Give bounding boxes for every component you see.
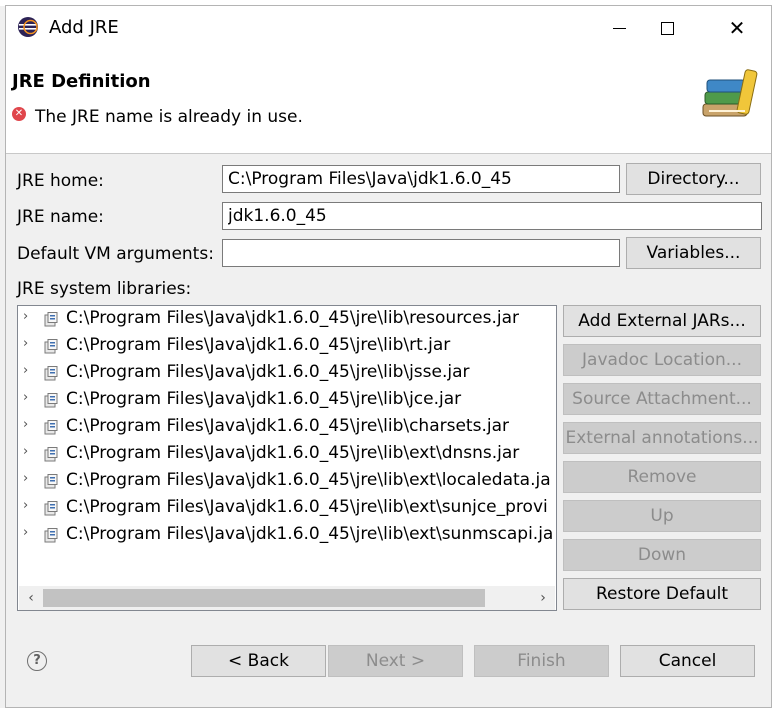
library-row[interactable]: › C:\Program Files\Java\jdk1.6.0_45\jre\… [18, 468, 556, 495]
source-attachment-button[interactable]: Source Attachment... [563, 383, 761, 415]
close-button[interactable]: ✕ [714, 6, 760, 50]
jar-icon [44, 447, 58, 462]
remove-button[interactable]: Remove [563, 461, 761, 493]
library-row[interactable]: › C:\Program Files\Java\jdk1.6.0_45\jre\… [18, 333, 556, 360]
library-path: C:\Program Files\Java\jdk1.6.0_45\jre\li… [66, 443, 520, 463]
jre-home-input[interactable] [222, 165, 620, 193]
expand-icon[interactable]: › [23, 363, 28, 378]
jar-icon [44, 528, 58, 543]
expand-icon[interactable]: › [23, 336, 28, 351]
eclipse-icon [18, 17, 38, 37]
minimize-icon [612, 27, 626, 29]
external-annotations-button[interactable]: External annotations... [563, 422, 761, 454]
next-button[interactable]: Next > [328, 645, 463, 677]
library-path: C:\Program Files\Java\jdk1.6.0_45\jre\li… [66, 416, 509, 436]
restore-default-button[interactable]: Restore Default [563, 578, 761, 610]
expand-icon[interactable]: › [23, 444, 28, 459]
horizontal-scrollbar[interactable]: ‹ › [19, 586, 555, 610]
cancel-button[interactable]: Cancel [620, 645, 755, 677]
jar-icon [44, 312, 58, 327]
javadoc-location-button[interactable]: Javadoc Location... [563, 344, 761, 376]
library-path: C:\Program Files\Java\jdk1.6.0_45\jre\li… [66, 362, 470, 382]
library-path: C:\Program Files\Java\jdk1.6.0_45\jre\li… [66, 470, 551, 490]
jar-icon [44, 366, 58, 381]
library-path: C:\Program Files\Java\jdk1.6.0_45\jre\li… [66, 308, 520, 328]
title-bar[interactable]: Add JRE ✕ [6, 6, 771, 50]
jar-icon [44, 393, 58, 408]
page-title: JRE Definition [12, 71, 151, 92]
add-external-jars-button[interactable]: Add External JARs... [563, 305, 761, 337]
jre-home-label: JRE home: [17, 171, 104, 191]
library-row[interactable]: › C:\Program Files\Java\jdk1.6.0_45\jre\… [18, 495, 556, 522]
system-libraries-tree[interactable]: › C:\Program Files\Java\jdk1.6.0_45\jre\… [17, 305, 557, 611]
window-title: Add JRE [49, 17, 119, 38]
error-message: The JRE name is already in use. [35, 107, 303, 127]
vm-arguments-input[interactable] [222, 239, 620, 267]
library-path: C:\Program Files\Java\jdk1.6.0_45\jre\li… [66, 497, 548, 517]
up-button[interactable]: Up [563, 500, 761, 532]
maximize-icon [660, 21, 674, 35]
library-row[interactable]: › C:\Program Files\Java\jdk1.6.0_45\jre\… [18, 441, 556, 468]
library-row[interactable]: › C:\Program Files\Java\jdk1.6.0_45\jre\… [18, 414, 556, 441]
scrollbar-thumb[interactable] [43, 589, 485, 607]
expand-icon[interactable]: › [23, 471, 28, 486]
dialog-header: JRE Definition ✕ The JRE name is already… [6, 50, 771, 154]
directory-button[interactable]: Directory... [626, 163, 761, 195]
system-libraries-label: JRE system libraries: [17, 279, 192, 299]
expand-icon[interactable]: › [23, 309, 28, 324]
maximize-button[interactable] [644, 6, 690, 50]
error-icon: ✕ [12, 107, 26, 121]
scroll-left-icon[interactable]: ‹ [19, 586, 43, 610]
books-icon [702, 69, 758, 117]
variables-button[interactable]: Variables... [626, 237, 761, 269]
minimize-button[interactable] [596, 6, 642, 50]
jar-icon [44, 474, 58, 489]
close-icon: ✕ [728, 16, 746, 40]
library-row[interactable]: › C:\Program Files\Java\jdk1.6.0_45\jre\… [18, 306, 556, 333]
scroll-right-icon[interactable]: › [531, 586, 555, 610]
expand-icon[interactable]: › [23, 525, 28, 540]
jar-icon [44, 339, 58, 354]
add-jre-dialog: Add JRE ✕ JRE Definition ✕ The JRE name … [5, 5, 772, 708]
jar-icon [44, 501, 58, 516]
finish-button[interactable]: Finish [474, 645, 609, 677]
library-row[interactable]: › C:\Program Files\Java\jdk1.6.0_45\jre\… [18, 360, 556, 387]
expand-icon[interactable]: › [23, 417, 28, 432]
jar-icon [44, 420, 58, 435]
library-path: C:\Program Files\Java\jdk1.6.0_45\jre\li… [66, 524, 554, 544]
library-path: C:\Program Files\Java\jdk1.6.0_45\jre\li… [66, 335, 451, 355]
down-button[interactable]: Down [563, 539, 761, 571]
library-path: C:\Program Files\Java\jdk1.6.0_45\jre\li… [66, 389, 462, 409]
library-row[interactable]: › C:\Program Files\Java\jdk1.6.0_45\jre\… [18, 387, 556, 414]
help-icon[interactable]: ? [27, 651, 47, 671]
library-row[interactable]: › C:\Program Files\Java\jdk1.6.0_45\jre\… [18, 522, 556, 549]
expand-icon[interactable]: › [23, 498, 28, 513]
back-button[interactable]: < Back [191, 645, 326, 677]
expand-icon[interactable]: › [23, 390, 28, 405]
jre-name-label: JRE name: [17, 207, 104, 227]
jre-name-input[interactable] [222, 202, 762, 230]
vm-arguments-label: Default VM arguments: [17, 244, 214, 264]
